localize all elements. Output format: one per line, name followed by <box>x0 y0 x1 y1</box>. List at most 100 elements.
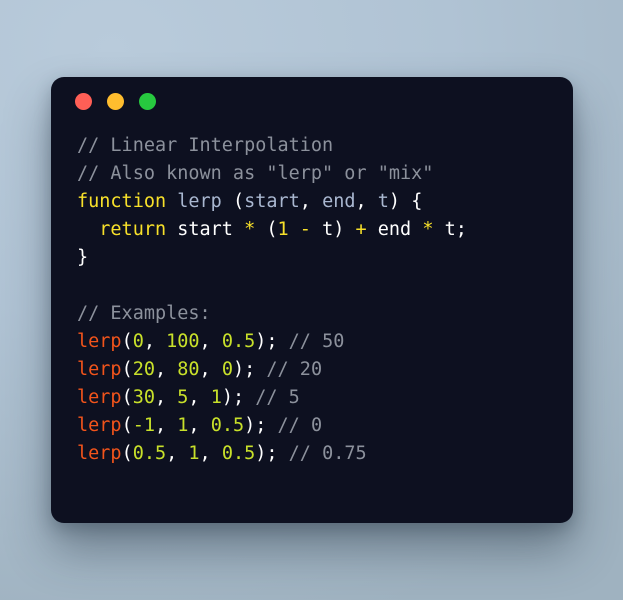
code-line: // Linear Interpolation <box>77 132 547 160</box>
code-token-plain: start <box>177 219 233 240</box>
maximize-button[interactable] <box>139 92 156 110</box>
code-token-comment: // Also known as "lerp" or "mix" <box>77 163 434 184</box>
code-token-plain: } <box>77 247 89 268</box>
code-token-comment: // 5 <box>255 387 300 408</box>
code-token-call: lerp <box>77 443 122 464</box>
code-token-arg: 5 <box>177 387 189 408</box>
code-token-arg: 1 <box>210 387 222 408</box>
code-line: function lerp (start, end, t) { <box>77 188 547 216</box>
code-token-call: lerp <box>77 387 122 408</box>
code-token-param: start <box>244 191 300 212</box>
code-token-comment: // 0 <box>277 415 323 436</box>
code-token-punct: , <box>299 191 323 212</box>
code-token-comment: // 0.75 <box>288 443 367 464</box>
code-token-operator: + <box>355 219 367 240</box>
code-token-arg: 1 <box>188 443 200 464</box>
code-token-punct: ); <box>255 331 289 352</box>
code-line: lerp(30, 5, 1); // 5 <box>77 384 547 412</box>
code-token-punct: ); <box>255 443 289 464</box>
code-line: } <box>77 244 547 272</box>
code-token-keyword: function <box>77 191 167 212</box>
code-token-call: lerp <box>77 331 122 352</box>
code-token-func: lerp <box>177 191 222 212</box>
code-token-param: t <box>377 191 389 212</box>
code-token-punct: ); <box>232 359 267 380</box>
code-editor-area[interactable]: // Linear Interpolation // Also known as… <box>51 125 573 523</box>
desktop-background: // Linear Interpolation // Also known as… <box>0 0 623 600</box>
code-line: lerp(20, 80, 0); // 20 <box>77 356 547 384</box>
code-token-comment: // 20 <box>266 359 323 380</box>
code-block[interactable]: // Linear Interpolation // Also known as… <box>77 132 547 468</box>
code-token-arg: 1 <box>177 415 189 436</box>
close-button[interactable] <box>75 92 92 110</box>
code-token-punct: ) { <box>388 191 423 212</box>
code-token-comment: // Linear Interpolation <box>77 135 334 156</box>
code-token-punct: , <box>199 359 222 380</box>
code-token-number: 1 <box>277 219 289 240</box>
code-token-punct: , <box>154 387 178 408</box>
code-line: // Examples: <box>77 300 547 328</box>
code-token-punct: ); <box>221 387 256 408</box>
code-token-operator: * <box>422 219 434 240</box>
code-token-call: lerp <box>77 415 122 436</box>
code-token-punct: ( <box>266 219 278 240</box>
code-token-punct: ); <box>244 415 278 436</box>
code-token-arg: 100 <box>166 331 200 352</box>
code-token-arg: 30 <box>132 387 155 408</box>
code-token-arg: 0.5 <box>221 443 256 464</box>
code-token-punct: ( <box>121 443 133 464</box>
code-token-arg: 0.5 <box>132 443 167 464</box>
code-token-param: end <box>322 191 356 212</box>
code-token-punct: ) <box>333 219 345 240</box>
code-token-keyword: return <box>99 219 167 240</box>
code-line: return start * (1 - t) + end * t; <box>77 216 547 244</box>
code-token-punct: , <box>355 191 378 212</box>
code-token-arg: -1 <box>132 415 155 436</box>
code-token-arg: 0 <box>221 359 233 380</box>
code-token-punct: , <box>199 443 222 464</box>
code-token-call: lerp <box>77 359 122 380</box>
code-token-punct: , <box>188 415 211 436</box>
code-line: // Also known as "lerp" or "mix" <box>77 160 547 188</box>
code-snippet-window: // Linear Interpolation // Also known as… <box>51 77 573 523</box>
code-token-arg: 80 <box>177 359 200 380</box>
code-token-punct: ( <box>121 387 133 408</box>
code-token-punct: , <box>143 331 167 352</box>
code-token-arg: 0 <box>132 331 144 352</box>
code-token-punct: ( <box>121 359 133 380</box>
code-line: lerp(0, 100, 0.5); // 50 <box>77 328 547 356</box>
code-line: lerp(-1, 1, 0.5); // 0 <box>77 412 547 440</box>
code-token-plain: t; <box>444 219 467 240</box>
code-token-punct: ( <box>121 415 133 436</box>
code-token-punct: , <box>188 387 211 408</box>
code-token-arg: 0.5 <box>221 331 256 352</box>
minimize-button[interactable] <box>107 92 124 110</box>
code-token-arg: 0.5 <box>210 415 245 436</box>
window-title-bar[interactable] <box>51 77 573 125</box>
code-line: lerp(0.5, 1, 0.5); // 0.75 <box>77 440 547 468</box>
code-token-comment: // Examples: <box>77 303 211 324</box>
code-token-punct: , <box>166 443 189 464</box>
code-token-punct: , <box>154 415 178 436</box>
code-token-arg: 20 <box>132 359 155 380</box>
code-token-operator: * <box>244 219 256 240</box>
code-token-comment: // 50 <box>288 331 345 352</box>
code-token-plain: t <box>322 219 334 240</box>
code-token-punct: ( <box>232 191 245 212</box>
code-token-punct: ( <box>121 331 133 352</box>
code-token-punct: , <box>154 359 178 380</box>
code-token-plain: end <box>377 219 412 240</box>
